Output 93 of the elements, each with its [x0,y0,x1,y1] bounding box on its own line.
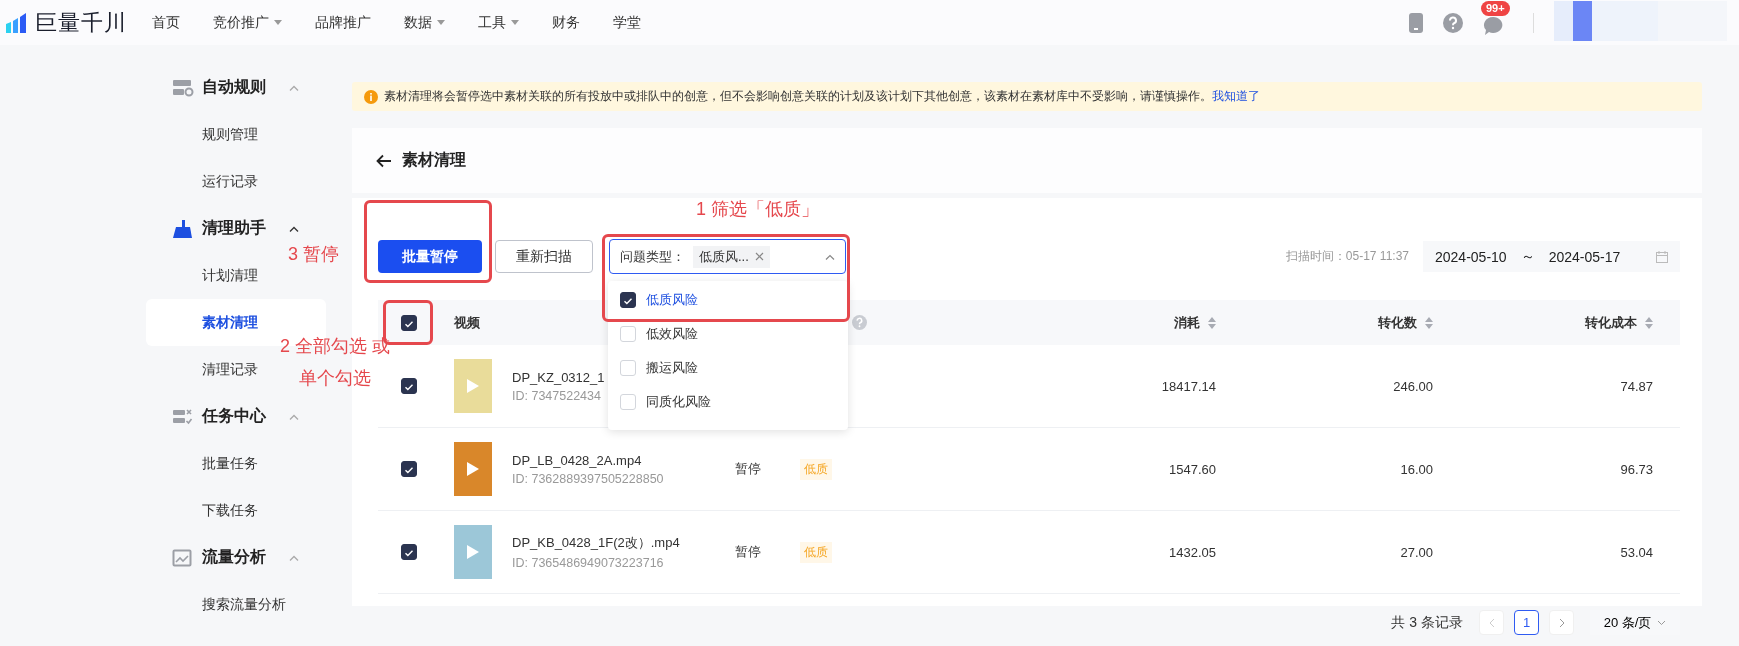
video-thumbnail[interactable] [454,525,492,579]
video-id: ID: 7347522434 [512,388,602,403]
blurred-profile-drawing[interactable] [1554,0,1727,41]
chevron-right-icon [1558,617,1565,628]
sort-icon[interactable] [1425,316,1433,329]
sidebar-group-title[interactable]: 流量分析 [202,547,289,568]
caret-icon [511,20,519,25]
quality-tag: 低质 [800,458,832,480]
video-name: DP_LB_0428_2A.mp4 [512,452,643,468]
column-header: 转化成本 [1585,313,1637,332]
total-count: 共 3 条记录 [1391,613,1463,632]
logo-icon [5,11,29,34]
select-all-checkbox[interactable] [401,314,417,331]
dropdown-option[interactable]: 搬运风险 [646,359,698,377]
nav-item[interactable]: 竞价推广 [213,13,282,32]
checkbox[interactable] [620,292,636,308]
help-icon[interactable] [1443,12,1463,33]
sidebar-item[interactable]: 运行记录 [146,158,270,205]
table-cell: 16.00 [1400,461,1433,477]
notification-badge: 99+ [1481,0,1510,16]
nav-item[interactable]: 学堂 [613,13,641,32]
video-thumbnail[interactable] [454,442,492,496]
help-icon[interactable] [852,315,867,330]
column-header: 消耗 [1174,313,1200,332]
previous-page-button[interactable] [1479,610,1504,635]
dropdown-option[interactable]: 同质化风险 [646,393,711,411]
annotation-text: 3 暂停 [288,243,339,266]
sidebar-item[interactable]: 规则管理 [146,111,270,158]
column-header: 转化数 [1378,313,1417,332]
date-range-picker[interactable]: 2024-05-10 ～ 2024-05-17 [1423,241,1680,272]
status-text: 暂停 [735,460,761,478]
dropdown-option[interactable]: 低质风险 [646,291,698,309]
table-cell: 1432.05 [1169,544,1216,560]
sidebar-item[interactable]: 批量任务 [146,440,270,487]
sort-icon[interactable] [1208,316,1216,329]
row-checkbox[interactable] [401,378,417,394]
dropdown-option[interactable]: 低效风险 [646,325,698,343]
nav-item[interactable]: 数据 [404,13,445,32]
sidebar-item[interactable]: 计划清理 [146,252,270,299]
message-icon[interactable] [1483,15,1503,36]
nav-item[interactable]: 品牌推广 [315,13,371,32]
table-cell: 18417.14 [1161,378,1216,394]
caret-icon [274,20,282,25]
sidebar-group-title[interactable]: 任务中心 [202,406,289,427]
info-icon [364,89,378,104]
chevron-icon[interactable] [289,225,299,232]
phone-icon[interactable] [1409,12,1423,33]
table-cell: 53.04 [1620,544,1653,560]
annotation-text: 1 筛选「低质」 [696,198,819,221]
table-cell: 74.87 [1620,378,1653,394]
chevron-down-icon [1657,619,1667,626]
nav-item[interactable]: 工具 [478,13,519,32]
table-cell: 27.00 [1400,544,1433,560]
notice-text: 素材清理将会暂停选中素材关联的所有投放中或排队中的创意，但不会影响创意关联的计划及该计划下其他创意，该素材在素材库中不受影响，请谨慎操作。我知道了 [384,88,1260,105]
table-cell: 96.73 [1620,461,1653,477]
logo-text: 巨量千川 [35,8,127,37]
scan-time: 扫描时间：05-17 11:37 [1285,248,1409,265]
sidebar-group-title[interactable]: 清理助手 [202,218,289,239]
sidebar-group-title[interactable]: 自动规则 [202,77,289,98]
page-title: 素材清理 [402,150,466,170]
sidebar-item[interactable]: 搜索流量分析 [146,581,298,628]
table-cell: 246.00 [1393,378,1433,394]
row-checkbox[interactable] [401,544,417,560]
dismiss-link[interactable]: 我知道了 [1212,89,1260,103]
filter-tag: 低质风... [693,245,770,268]
video-name: DP_KB_0428_1F(2改）.mp4 [512,534,680,552]
rescan-button[interactable]: 重新扫描 [495,240,593,273]
video-thumbnail[interactable] [454,359,492,413]
play-icon[interactable] [467,379,479,393]
quality-tag: 低质 [800,541,832,563]
issue-type-select[interactable]: 问题类型： 低质风... [609,239,846,274]
row-checkbox[interactable] [401,461,417,477]
sidebar-item[interactable]: 清理记录 [146,346,270,393]
play-icon[interactable] [467,462,479,476]
video-id: ID: 7362889397505228850 [512,471,664,486]
calendar-icon [1656,250,1668,263]
sidebar-item[interactable]: 下载任务 [146,487,270,534]
caret-icon [437,20,445,25]
sort-icon[interactable] [1645,316,1653,329]
page-button[interactable]: 1 [1514,610,1539,635]
batch-pause-button[interactable]: 批量暂停 [378,240,482,273]
video-id: ID: 7365486949073223716 [512,556,665,570]
video-name: DP_KZ_0312_1 [512,369,605,385]
nav-item[interactable]: 首页 [152,13,180,32]
close-icon[interactable] [754,252,764,261]
back-arrow-icon[interactable] [376,153,392,168]
status-text: 暂停 [735,543,761,561]
play-icon[interactable] [467,545,479,559]
nav-item[interactable]: 财务 [552,13,580,32]
next-page-button[interactable] [1549,610,1574,635]
chevron-left-icon [1488,617,1495,628]
column-header: 视频 [454,313,480,332]
table-cell: 1547.60 [1169,461,1216,477]
